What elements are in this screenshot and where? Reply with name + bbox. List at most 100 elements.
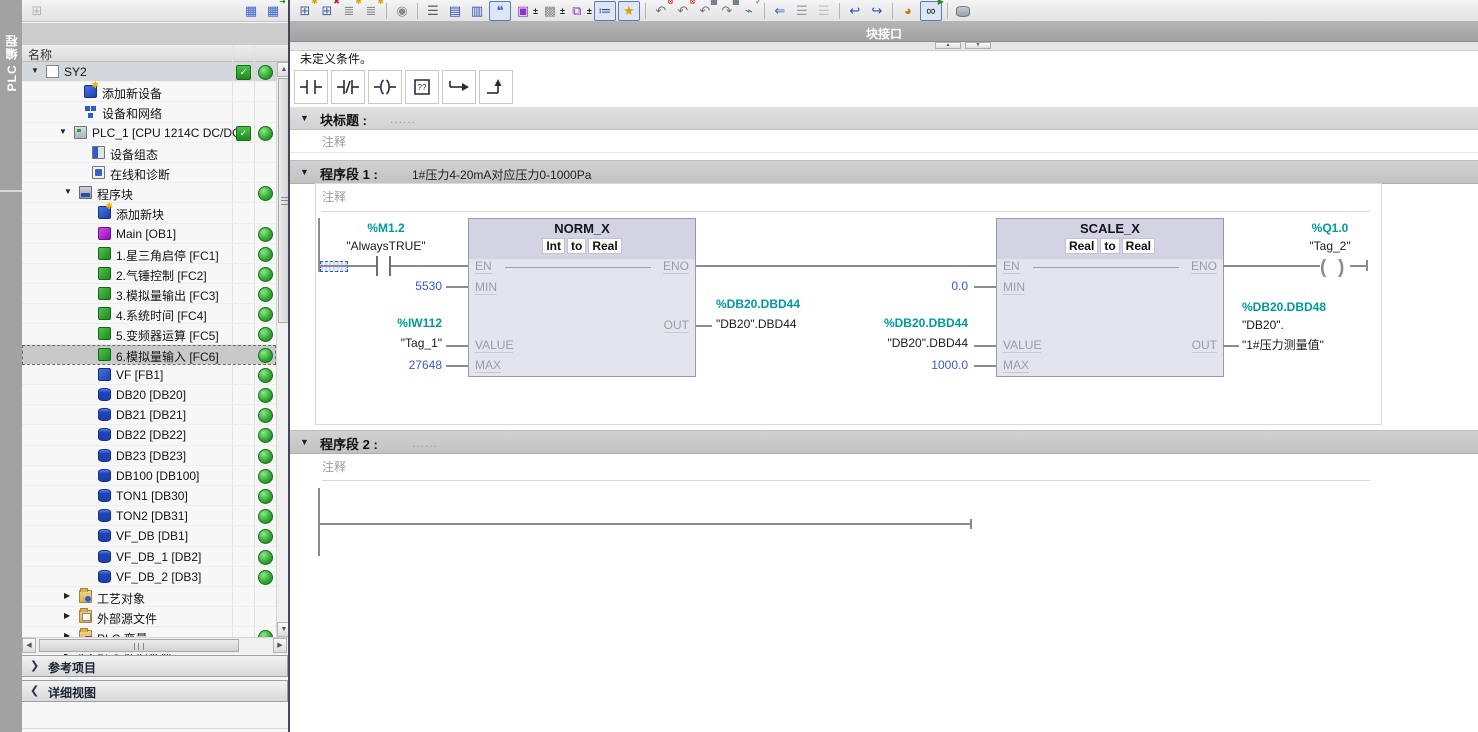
collapse-arrow-icon[interactable]: ▼ [300, 167, 309, 177]
tree-item-20[interactable]: DB100 [DB100] [22, 466, 276, 486]
close-branch-button[interactable] [479, 70, 513, 104]
tree-item-13[interactable]: 5.变频器运算 [FC5] [22, 324, 276, 344]
favorites-toggle-icon[interactable]: ★ [618, 1, 640, 21]
tree-item-17[interactable]: DB21 [DB21] [22, 405, 276, 425]
tree-item-16[interactable]: DB20 [DB20] [22, 385, 276, 405]
add-new-icon[interactable]: ⊞ [27, 2, 47, 20]
contact-tag[interactable]: "AlwaysTRUE" [316, 239, 456, 253]
discard-all-changes-icon[interactable]: ↶⊗ [673, 2, 693, 20]
expand-statements-icon[interactable]: ☰ [792, 2, 812, 20]
expander-closed-icon[interactable]: ▶ [64, 611, 70, 620]
scale-value-address[interactable]: %DB20.DBD44 [830, 316, 968, 330]
tree-item-9[interactable]: 1.星三角启停 [FC1] [22, 244, 276, 264]
norm-out-address[interactable]: %DB20.DBD44 [716, 297, 800, 311]
type-from[interactable]: Int [542, 238, 565, 254]
tree-item-2[interactable]: 设备和网络 [22, 102, 276, 122]
absolute-operands-toggle-icon[interactable]: ≔ [594, 1, 616, 21]
scale-out-address[interactable]: %DB20.DBD48 [1242, 300, 1326, 314]
norm-min-value[interactable]: 5530 [342, 279, 442, 293]
tree-item-19[interactable]: DB23 [DB23] [22, 446, 276, 466]
tree-item-10[interactable]: 2.气锤控制 [FC2] [22, 264, 276, 284]
operand-display-dropdown-icon[interactable]: ▩ [540, 2, 560, 20]
collapse-arrow-icon[interactable]: ▼ [300, 437, 309, 447]
io-display-dropdown-icon[interactable]: ▣ [513, 2, 533, 20]
tree-item-24[interactable]: VF_DB_1 [DB2] [22, 547, 276, 567]
norm-value-tag[interactable]: "Tag_1" [322, 336, 442, 350]
tree-item-0[interactable]: ▼SY2✓ [22, 62, 276, 82]
network-1-header[interactable]: ▼ 程序段 1 : 1#压力4-20mA对应压力0-1000Pa [290, 160, 1478, 184]
tree-item-1[interactable]: 添加新设备 [22, 82, 276, 102]
discard-change-icon[interactable]: ↶⊗ [651, 2, 671, 20]
interface-collapse-button[interactable]: ▲ [935, 42, 961, 49]
details-view-bar[interactable]: ❮ 详细视图 [22, 680, 288, 702]
collapse-statements-icon[interactable]: ☰ [814, 2, 834, 20]
network-2-comment[interactable]: 注释 [322, 458, 346, 475]
tree-item-21[interactable]: TON1 [DB30] [22, 486, 276, 506]
next-error-icon[interactable]: ↪ [867, 2, 887, 20]
contact-address[interactable]: %M1.2 [336, 221, 436, 235]
copy-start-values-icon[interactable]: ↷▦ [717, 2, 737, 20]
tree-item-8[interactable]: Main [OB1] [22, 224, 276, 244]
tree-item-4[interactable]: 设备组态 [22, 143, 276, 163]
network-2-title[interactable]: ...... [412, 436, 438, 450]
insert-row-below-icon[interactable]: ≣✱ [361, 2, 381, 20]
empty-box-button[interactable]: ?? [405, 70, 439, 104]
tree-item-6[interactable]: ▼程序块 [22, 183, 276, 203]
insert-row-icon[interactable]: ≣✱ [339, 2, 359, 20]
network-1-title[interactable]: 1#压力4-20mA对应压力0-1000Pa [412, 166, 591, 183]
network-1-comment[interactable]: 注释 [322, 188, 346, 205]
dropdown-indicator-icon[interactable]: ± [560, 6, 565, 16]
tree-item-15[interactable]: VF [FB1] [22, 365, 276, 385]
collapse-networks-icon[interactable]: ▥ [467, 2, 487, 20]
norm-out-tag[interactable]: "DB20".DBD44 [716, 317, 797, 331]
tree-item-27[interactable]: ▶外部源文件 [22, 607, 276, 627]
pin-icon[interactable]: ◉ [392, 2, 412, 20]
scale-min-value[interactable]: 0.0 [830, 279, 968, 293]
coil-button[interactable] [368, 70, 402, 104]
scale-out-tag-line2[interactable]: "1#压力测量值" [1242, 336, 1324, 353]
open-contact-button[interactable] [294, 70, 328, 104]
outline-icon[interactable]: ☰ [423, 2, 443, 20]
expander-open-icon[interactable]: ▼ [31, 66, 39, 75]
coil-tag[interactable]: "Tag_2" [1285, 239, 1375, 253]
tree-item-5[interactable]: 在线和诊断 [22, 163, 276, 183]
norm-value-address[interactable]: %IW112 [322, 316, 442, 330]
comments-toggle-icon[interactable]: ❝ [489, 1, 511, 21]
cross-reference-icon[interactable]: ⇐ [770, 2, 790, 20]
scroll-right-button[interactable]: ▶ [273, 638, 287, 653]
insert-network-icon[interactable]: ⊞✱ [295, 2, 315, 20]
tag-display-dropdown-icon[interactable]: ⧉ [567, 2, 587, 20]
tree-item-12[interactable]: 4.系统时间 [FC4] [22, 304, 276, 324]
tree-item-25[interactable]: VF_DB_2 [DB3] [22, 567, 276, 587]
scale-max-value[interactable]: 1000.0 [830, 358, 968, 372]
expander-open-icon[interactable]: ▼ [59, 127, 67, 136]
type-from[interactable]: Real [1065, 238, 1098, 254]
monitor-selection-icon[interactable]: ◕ [898, 2, 918, 20]
scale-x-block[interactable]: SCALE_X RealtoReal EN ENO MIN VALUE OUT … [996, 218, 1224, 377]
expander-open-icon[interactable]: ▼ [64, 187, 72, 196]
scrollbar-thumb[interactable] [39, 639, 239, 652]
norm-max-value[interactable]: 27648 [342, 358, 442, 372]
interface-expand-button[interactable]: ▼ [965, 42, 991, 49]
norm-x-block[interactable]: NORM_X InttoReal EN ENO MIN OUT VALUE MA… [468, 218, 696, 377]
block-title-placeholder[interactable]: ...... [390, 112, 416, 126]
tree-item-26[interactable]: ▶工艺对象 [22, 587, 276, 607]
block-title-row[interactable]: ▼ 块标题 : ...... [290, 107, 1478, 130]
dropdown-indicator-icon[interactable]: ± [587, 6, 592, 16]
table-view-icon[interactable]: ▦ [241, 2, 261, 20]
reference-projects-bar[interactable]: ❯ 参考项目 [22, 655, 288, 677]
previous-error-icon[interactable]: ↩ [845, 2, 865, 20]
tree-horizontal-scrollbar[interactable]: ◀ ▶ [22, 637, 290, 654]
collapse-arrow-icon[interactable]: ▼ [300, 113, 309, 123]
coil-address[interactable]: %Q1.0 [1285, 221, 1375, 235]
consistency-check-icon[interactable]: ⌁✓ [739, 2, 759, 20]
plc-programming-rail-label[interactable]: PLC 编程 [3, 34, 20, 91]
closed-contact-button[interactable] [331, 70, 365, 104]
type-to[interactable]: Real [1122, 238, 1155, 254]
export-table-icon[interactable]: ▦➜ [263, 2, 283, 20]
scale-value-tag[interactable]: "DB20".DBD44 [830, 336, 968, 350]
type-to[interactable]: Real [588, 238, 621, 254]
expand-networks-icon[interactable]: ▤ [445, 2, 465, 20]
tree-item-7[interactable]: 添加新块 [22, 203, 276, 223]
dropdown-indicator-icon[interactable]: ± [533, 6, 538, 16]
